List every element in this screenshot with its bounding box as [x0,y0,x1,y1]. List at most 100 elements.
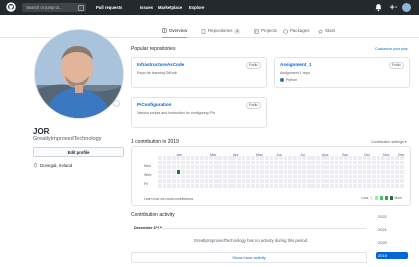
contribution-day-cell[interactable] [209,160,213,165]
contribution-day-cell[interactable] [218,169,223,174]
contribution-day-cell[interactable] [283,160,288,165]
contribution-day-cell[interactable] [385,160,390,165]
tab-repositories[interactable]: Repositories 2 [201,24,241,38]
contribution-day-cell[interactable] [371,169,376,174]
contribution-day-cell[interactable] [237,174,241,179]
contribution-day-cell[interactable] [292,174,297,179]
contribution-day-cell[interactable] [288,165,292,170]
contribution-day-cell[interactable] [232,160,237,165]
contribution-day-cell[interactable] [325,160,330,165]
contribution-day-cell[interactable] [260,183,265,188]
contribution-day-cell[interactable] [399,174,404,179]
contribution-day-cell[interactable] [237,165,241,170]
contribution-day-cell[interactable] [348,174,353,179]
contribution-day-cell[interactable] [367,174,372,179]
profile-avatar[interactable] [34,29,124,119]
year-link-2020[interactable]: 2020 [376,239,408,246]
contribution-day-cell[interactable] [274,156,279,160]
contribution-day-cell[interactable] [357,174,362,179]
year-link-2021[interactable]: 2021 [376,226,408,233]
contribution-day-cell[interactable] [288,183,292,188]
contribution-day-cell[interactable] [167,156,172,160]
contribution-day-cell[interactable] [339,169,344,174]
contribution-day-cell[interactable] [190,183,195,188]
contribution-day-cell[interactable] [292,165,297,170]
contribution-day-cell[interactable] [385,169,390,174]
contribution-day-cell[interactable] [255,160,260,165]
contribution-day-cell[interactable] [390,183,395,188]
contribution-day-cell[interactable] [190,169,195,174]
nav-issues[interactable]: Issues [140,0,153,15]
customize-pins-link[interactable]: Customize your pins [375,47,408,51]
contribution-day-cell[interactable] [381,156,385,160]
contribution-day-cell[interactable] [348,183,353,188]
contribution-day-cell[interactable] [213,179,218,184]
contribution-day-cell[interactable] [162,165,167,170]
contribution-day-cell[interactable] [176,174,181,179]
contribution-day-cell[interactable] [237,179,241,184]
contribution-day-cell[interactable] [381,165,385,170]
contribution-day-cell[interactable] [176,179,181,184]
contribution-day-cell[interactable] [330,160,334,165]
repo-name-link[interactable]: InfrastructureAsCode [137,62,261,67]
contribution-day-cell[interactable] [278,156,283,160]
contribution-settings-dropdown[interactable]: Contribution settings ▾ [371,140,407,144]
contribution-day-cell[interactable] [371,179,376,184]
contribution-day-cell[interactable] [176,156,181,160]
contribution-day-cell[interactable] [158,179,162,184]
contribution-day-cell[interactable] [344,183,348,188]
contribution-day-cell[interactable] [302,165,306,170]
contribution-day-cell[interactable] [185,174,190,179]
contribution-day-cell[interactable] [274,179,279,184]
contribution-day-cell[interactable] [171,169,176,174]
contribution-day-cell[interactable] [376,165,381,170]
nav-explore[interactable]: Explore [189,0,204,15]
contribution-day-cell[interactable] [306,183,311,188]
contribution-day-cell[interactable] [204,179,209,184]
contribution-day-cell[interactable] [339,156,344,160]
contribution-day-cell[interactable] [246,183,251,188]
contribution-day-cell[interactable] [246,179,251,184]
contribution-day-cell[interactable] [181,179,186,184]
contribution-day-cell[interactable] [381,179,385,184]
contribution-day-cell[interactable] [353,156,358,160]
contribution-day-cell[interactable] [311,179,316,184]
contribution-day-cell[interactable] [362,160,367,165]
contribution-day-cell[interactable] [181,169,186,174]
contribution-day-cell[interactable] [260,169,265,174]
contribution-day-cell[interactable] [227,174,232,179]
contribution-day-cell[interactable] [158,160,162,165]
contribution-day-cell[interactable] [158,169,162,174]
contribution-day-cell[interactable] [251,183,255,188]
contribution-day-cell[interactable] [255,183,260,188]
contribution-day-cell[interactable] [190,174,195,179]
contribution-day-cell[interactable] [171,174,176,179]
contribution-day-cell[interactable] [297,179,302,184]
contribution-day-cell[interactable] [320,165,325,170]
contribution-day-cell[interactable] [237,183,241,188]
contribution-day-cell[interactable] [167,160,172,165]
contribution-day-cell[interactable] [334,179,339,184]
contribution-day-cell[interactable] [292,160,297,165]
contribution-day-cell[interactable] [181,156,186,160]
contribution-day-cell[interactable] [223,174,227,179]
contribution-day-cell[interactable] [297,174,302,179]
tab-overview[interactable]: Overview [162,24,188,38]
contribution-day-cell[interactable] [264,169,269,174]
bell-icon[interactable] [374,3,383,12]
contribution-day-cell[interactable] [297,156,302,160]
contribution-day-cell[interactable] [251,160,255,165]
contribution-day-cell[interactable] [237,156,241,160]
contribution-day-cell[interactable] [395,183,399,188]
contribution-day-cell[interactable] [264,183,269,188]
contribution-day-cell[interactable] [204,174,209,179]
contribution-day-cell[interactable] [195,165,199,170]
contribution-day-cell[interactable] [297,160,302,165]
contribution-day-cell[interactable] [348,165,353,170]
contribution-day-cell[interactable] [213,160,218,165]
contribution-day-cell[interactable] [367,183,372,188]
contribution-day-cell[interactable] [330,156,334,160]
contribution-day-cell[interactable] [209,174,213,179]
contribution-day-cell[interactable] [357,179,362,184]
contribution-day-cell[interactable] [185,156,190,160]
